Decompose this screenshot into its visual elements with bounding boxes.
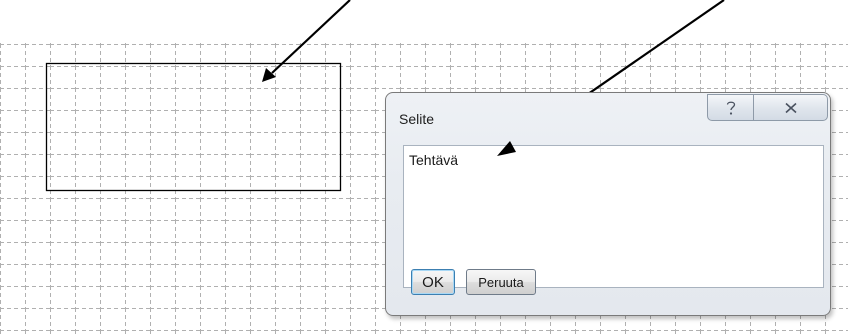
question-mark-icon — [726, 101, 735, 115]
help-button[interactable] — [707, 94, 754, 121]
dialog-title: Selite — [399, 111, 435, 127]
close-button[interactable] — [754, 94, 828, 121]
close-x-icon — [784, 102, 797, 113]
title-bar-buttons — [707, 94, 828, 121]
caption-dialog: Selite Tehtävä OK Peruuta — [385, 92, 831, 316]
cancel-button[interactable]: Peruuta — [466, 269, 536, 295]
ok-button[interactable]: OK — [411, 269, 455, 295]
caption-text-value: Tehtävä — [409, 152, 459, 168]
caption-text-field[interactable]: Tehtävä — [403, 145, 824, 288]
